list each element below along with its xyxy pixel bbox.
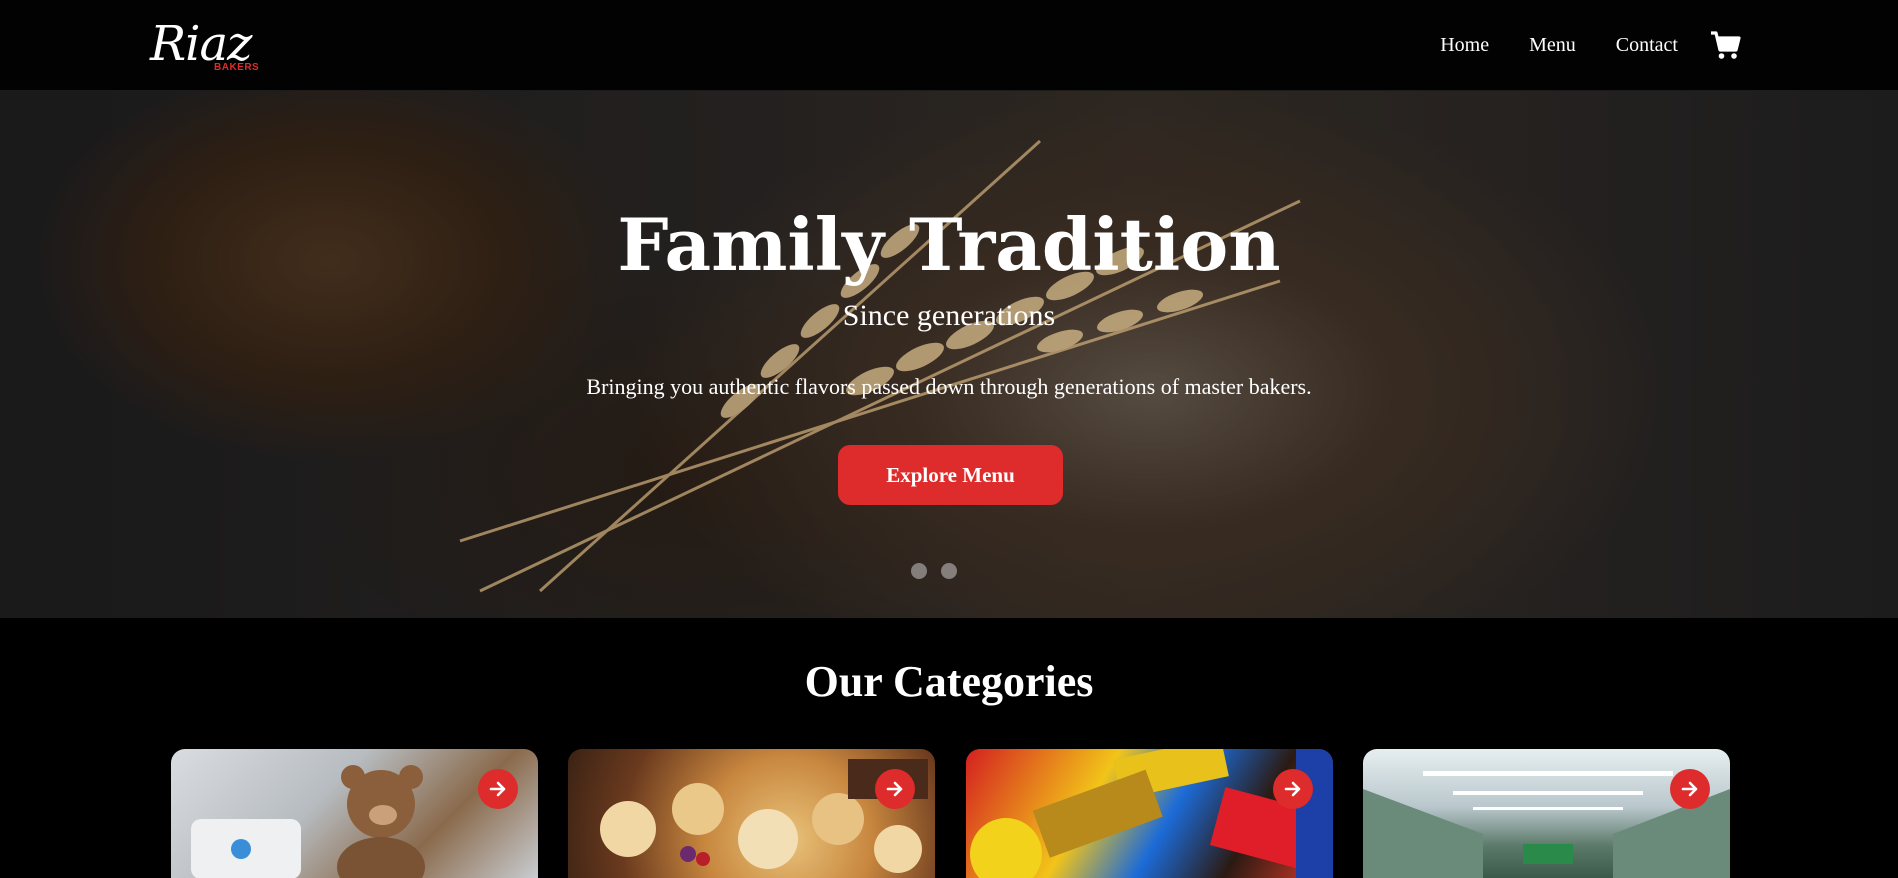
arrow-right-icon[interactable] bbox=[1670, 769, 1710, 809]
explore-menu-button[interactable]: Explore Menu bbox=[838, 445, 1063, 505]
arrow-right-icon[interactable] bbox=[478, 769, 518, 809]
main-nav: Home Menu Contact bbox=[1440, 0, 1678, 91]
category-card-candy[interactable] bbox=[966, 749, 1333, 878]
shopping-cart-icon[interactable] bbox=[1708, 28, 1742, 62]
logo-subtext: BAKERS bbox=[214, 62, 260, 73]
carousel-indicators bbox=[911, 563, 957, 579]
arrow-right-icon[interactable] bbox=[875, 769, 915, 809]
brand-logo[interactable]: Riaz BAKERS bbox=[150, 14, 270, 78]
candy-chocolates-image bbox=[970, 749, 1333, 878]
hero-description: Bringing you authentic flavors passed do… bbox=[586, 374, 1312, 399]
category-card-baby-items[interactable] bbox=[171, 749, 538, 878]
carousel-dot-2[interactable] bbox=[941, 563, 957, 579]
category-card-grocery[interactable] bbox=[1363, 749, 1730, 878]
top-navbar: Riaz BAKERS Home Menu Contact bbox=[0, 0, 1898, 91]
carousel-dot-1[interactable] bbox=[911, 563, 927, 579]
nav-link-contact[interactable]: Contact bbox=[1616, 34, 1678, 57]
hero-subtitle: Since generations bbox=[842, 299, 1056, 332]
nav-link-home[interactable]: Home bbox=[1440, 34, 1489, 57]
categories-heading: Our Categories bbox=[804, 657, 1094, 706]
category-card-pastries[interactable] bbox=[568, 749, 935, 878]
hero-banner: Family Tradition Since generations Bring… bbox=[0, 91, 1898, 618]
grocery-store-aisle-image bbox=[1363, 771, 1730, 878]
nav-link-menu[interactable]: Menu bbox=[1529, 34, 1576, 57]
pastries-tarts-image bbox=[600, 759, 928, 873]
hero-content: Family Tradition Since generations Bring… bbox=[0, 91, 1898, 618]
hero-title: Family Tradition bbox=[617, 202, 1281, 287]
arrow-right-icon[interactable] bbox=[1273, 769, 1313, 809]
baby-items-teddy-bear-image bbox=[191, 765, 425, 878]
